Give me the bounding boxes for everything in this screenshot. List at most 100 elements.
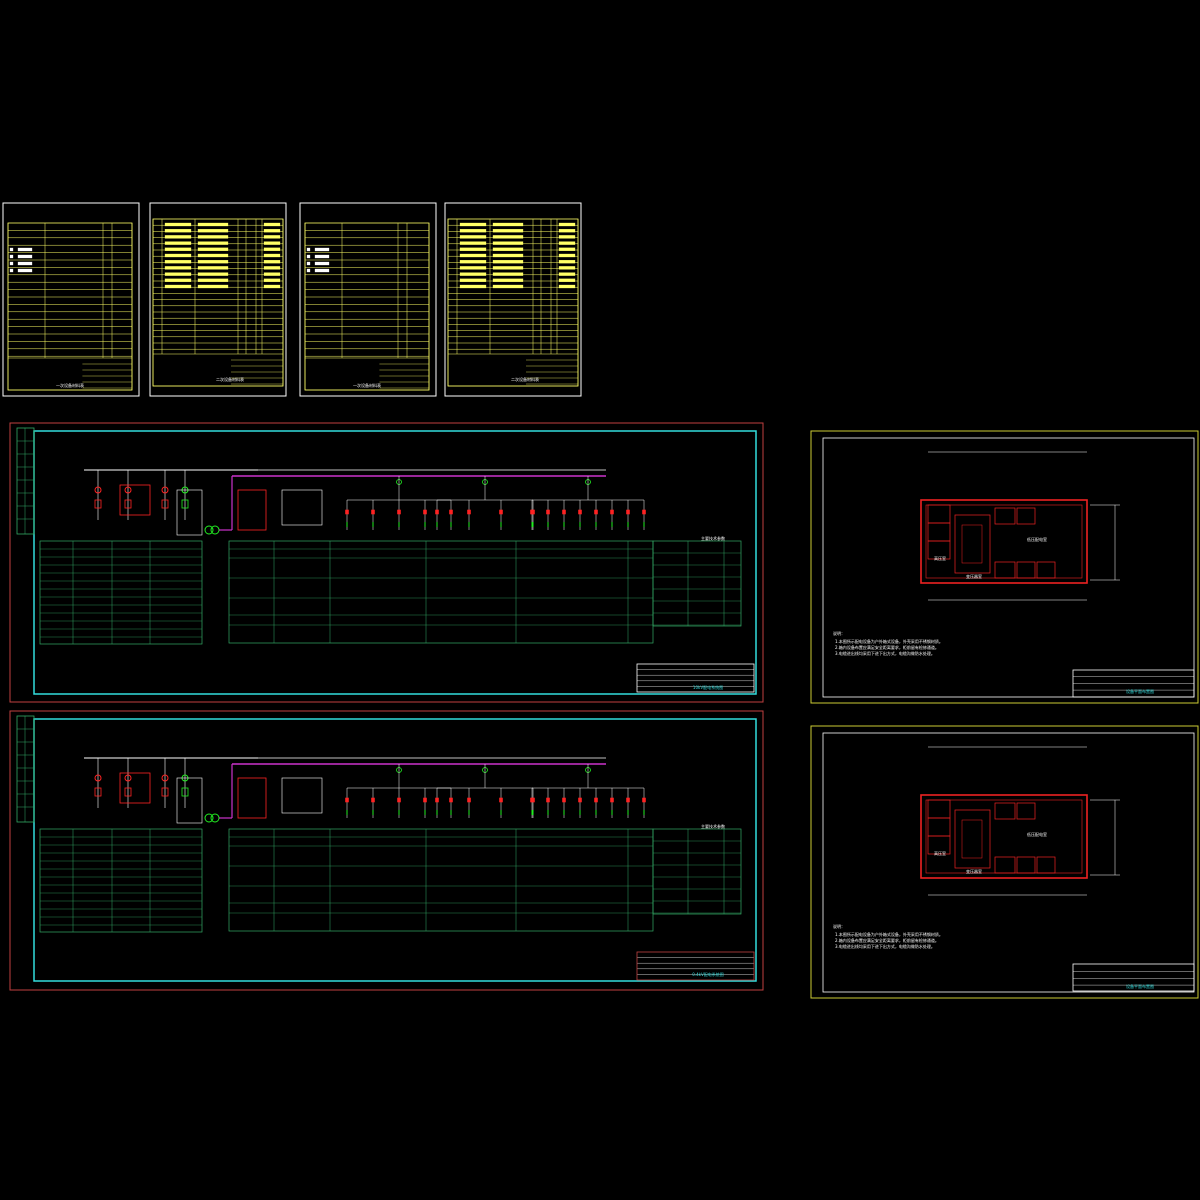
room-label-main: 低压配电室 bbox=[1027, 536, 1047, 542]
table-cell-text bbox=[164, 260, 192, 264]
table-cell-text bbox=[197, 278, 229, 282]
table-cell-text bbox=[197, 284, 229, 289]
table-cell-text bbox=[306, 268, 311, 273]
feeder-breaker bbox=[530, 797, 534, 803]
table-cell-text bbox=[263, 229, 281, 233]
feeder-breaker bbox=[345, 797, 349, 803]
table-cell-text bbox=[164, 229, 192, 233]
feeder-breaker bbox=[546, 797, 550, 803]
feeder-breaker bbox=[371, 797, 375, 803]
table-cell-text bbox=[263, 235, 281, 239]
table-cell-text bbox=[558, 229, 576, 233]
legend-title: 主要技术参数 bbox=[701, 535, 725, 541]
table-cell-text bbox=[263, 260, 281, 264]
note-line-3: 3.电缆进出线均采用下进下出方式，电缆沟做防水处理。 bbox=[835, 943, 935, 949]
note-line-3: 3.电缆进出线均采用下进下出方式，电缆沟做防水处理。 bbox=[835, 650, 935, 656]
table-cell-text bbox=[17, 254, 33, 259]
feeder-breaker bbox=[626, 797, 630, 803]
table-cell-text bbox=[164, 222, 192, 227]
feeder-breaker bbox=[499, 797, 503, 803]
table-cell-text bbox=[9, 247, 14, 252]
table-cell-text bbox=[164, 278, 192, 282]
table-cell-text bbox=[492, 266, 524, 270]
room-label-bottom: 变压器室 bbox=[966, 868, 982, 874]
table-cell-text bbox=[492, 241, 524, 245]
room-label-side: 高压室 bbox=[934, 555, 946, 561]
feeder-breaker bbox=[594, 509, 598, 515]
table-cell-text bbox=[492, 284, 524, 289]
table-cell-text bbox=[9, 254, 14, 259]
table-cell-text bbox=[558, 260, 576, 264]
feeder-breaker bbox=[578, 797, 582, 803]
feeder-breaker bbox=[435, 797, 439, 803]
table-cell-text bbox=[558, 272, 576, 276]
feeder-breaker bbox=[435, 509, 439, 515]
table-cell-text bbox=[164, 272, 192, 276]
title-block-text: 设备平面布置图 bbox=[1126, 688, 1154, 694]
title-block-text: 设备平面布置图 bbox=[1126, 983, 1154, 989]
table-cell-text bbox=[492, 229, 524, 233]
table-cell-text bbox=[263, 222, 281, 227]
feeder-breaker bbox=[449, 797, 453, 803]
table-cell-text bbox=[197, 260, 229, 264]
table-cell-text bbox=[492, 235, 524, 239]
material-list-title: 一次设备材料表 bbox=[353, 382, 381, 388]
table-cell-text bbox=[459, 253, 487, 258]
feeder-breaker bbox=[467, 509, 471, 515]
table-cell-text bbox=[164, 247, 192, 251]
table-cell-text bbox=[263, 247, 281, 251]
table-cell-text bbox=[263, 278, 281, 282]
feeder-breaker bbox=[578, 509, 582, 515]
table-cell-text bbox=[164, 266, 192, 270]
table-cell-text bbox=[306, 247, 311, 252]
table-cell-text bbox=[197, 253, 229, 258]
feeder-breaker bbox=[562, 797, 566, 803]
table-cell-text bbox=[459, 284, 487, 289]
feeder-breaker bbox=[423, 797, 427, 803]
feeder-breaker bbox=[626, 509, 630, 515]
table-cell-text bbox=[492, 278, 524, 282]
table-cell-text bbox=[492, 260, 524, 264]
feeder-breaker bbox=[642, 797, 646, 803]
feeder-breaker bbox=[610, 509, 614, 515]
room-label-main: 低压配电室 bbox=[1027, 831, 1047, 837]
table-cell-text bbox=[459, 272, 487, 276]
room-label-side: 高压室 bbox=[934, 850, 946, 856]
table-cell-text bbox=[558, 235, 576, 239]
table-cell-text bbox=[164, 241, 192, 245]
table-cell-text bbox=[459, 241, 487, 245]
table-cell-text bbox=[17, 261, 33, 266]
table-cell-text bbox=[459, 235, 487, 239]
feeder-breaker bbox=[610, 797, 614, 803]
feeder-breaker bbox=[371, 509, 375, 515]
feeder-breaker bbox=[642, 509, 646, 515]
table-cell-text bbox=[314, 254, 330, 259]
table-cell-text bbox=[197, 272, 229, 276]
table-cell-text bbox=[459, 260, 487, 264]
table-cell-text bbox=[314, 261, 330, 266]
note-line-2: 2.箱内设备布置应满足安全距离要求，柜前留有检修通道。 bbox=[835, 644, 939, 650]
table-cell-text bbox=[9, 261, 14, 266]
table-cell-text bbox=[459, 278, 487, 282]
table-cell-text bbox=[492, 272, 524, 276]
table-cell-text bbox=[197, 229, 229, 233]
legend-title: 主要技术参数 bbox=[701, 823, 725, 829]
table-cell-text bbox=[263, 241, 281, 245]
table-cell-text bbox=[17, 247, 33, 252]
table-cell-text bbox=[17, 268, 33, 273]
table-cell-text bbox=[197, 266, 229, 270]
table-cell-text bbox=[558, 278, 576, 282]
material-list-title: 二次设备材料表 bbox=[216, 376, 244, 382]
table-cell-text bbox=[197, 247, 229, 251]
table-cell-text bbox=[492, 222, 524, 227]
note-line-1: 1.本图所示配电设备为户外箱式设备，外壳采用不锈钢材质。 bbox=[835, 931, 943, 937]
note-line-1: 1.本图所示配电设备为户外箱式设备，外壳采用不锈钢材质。 bbox=[835, 638, 943, 644]
table-cell-text bbox=[492, 253, 524, 258]
table-cell-text bbox=[314, 247, 330, 252]
material-list-title: 一次设备材料表 bbox=[56, 382, 84, 388]
feeder-breaker bbox=[345, 509, 349, 515]
table-cell-text bbox=[263, 266, 281, 270]
table-cell-text bbox=[459, 266, 487, 270]
table-cell-text bbox=[306, 254, 311, 259]
room-label-bottom: 变压器室 bbox=[966, 573, 982, 579]
